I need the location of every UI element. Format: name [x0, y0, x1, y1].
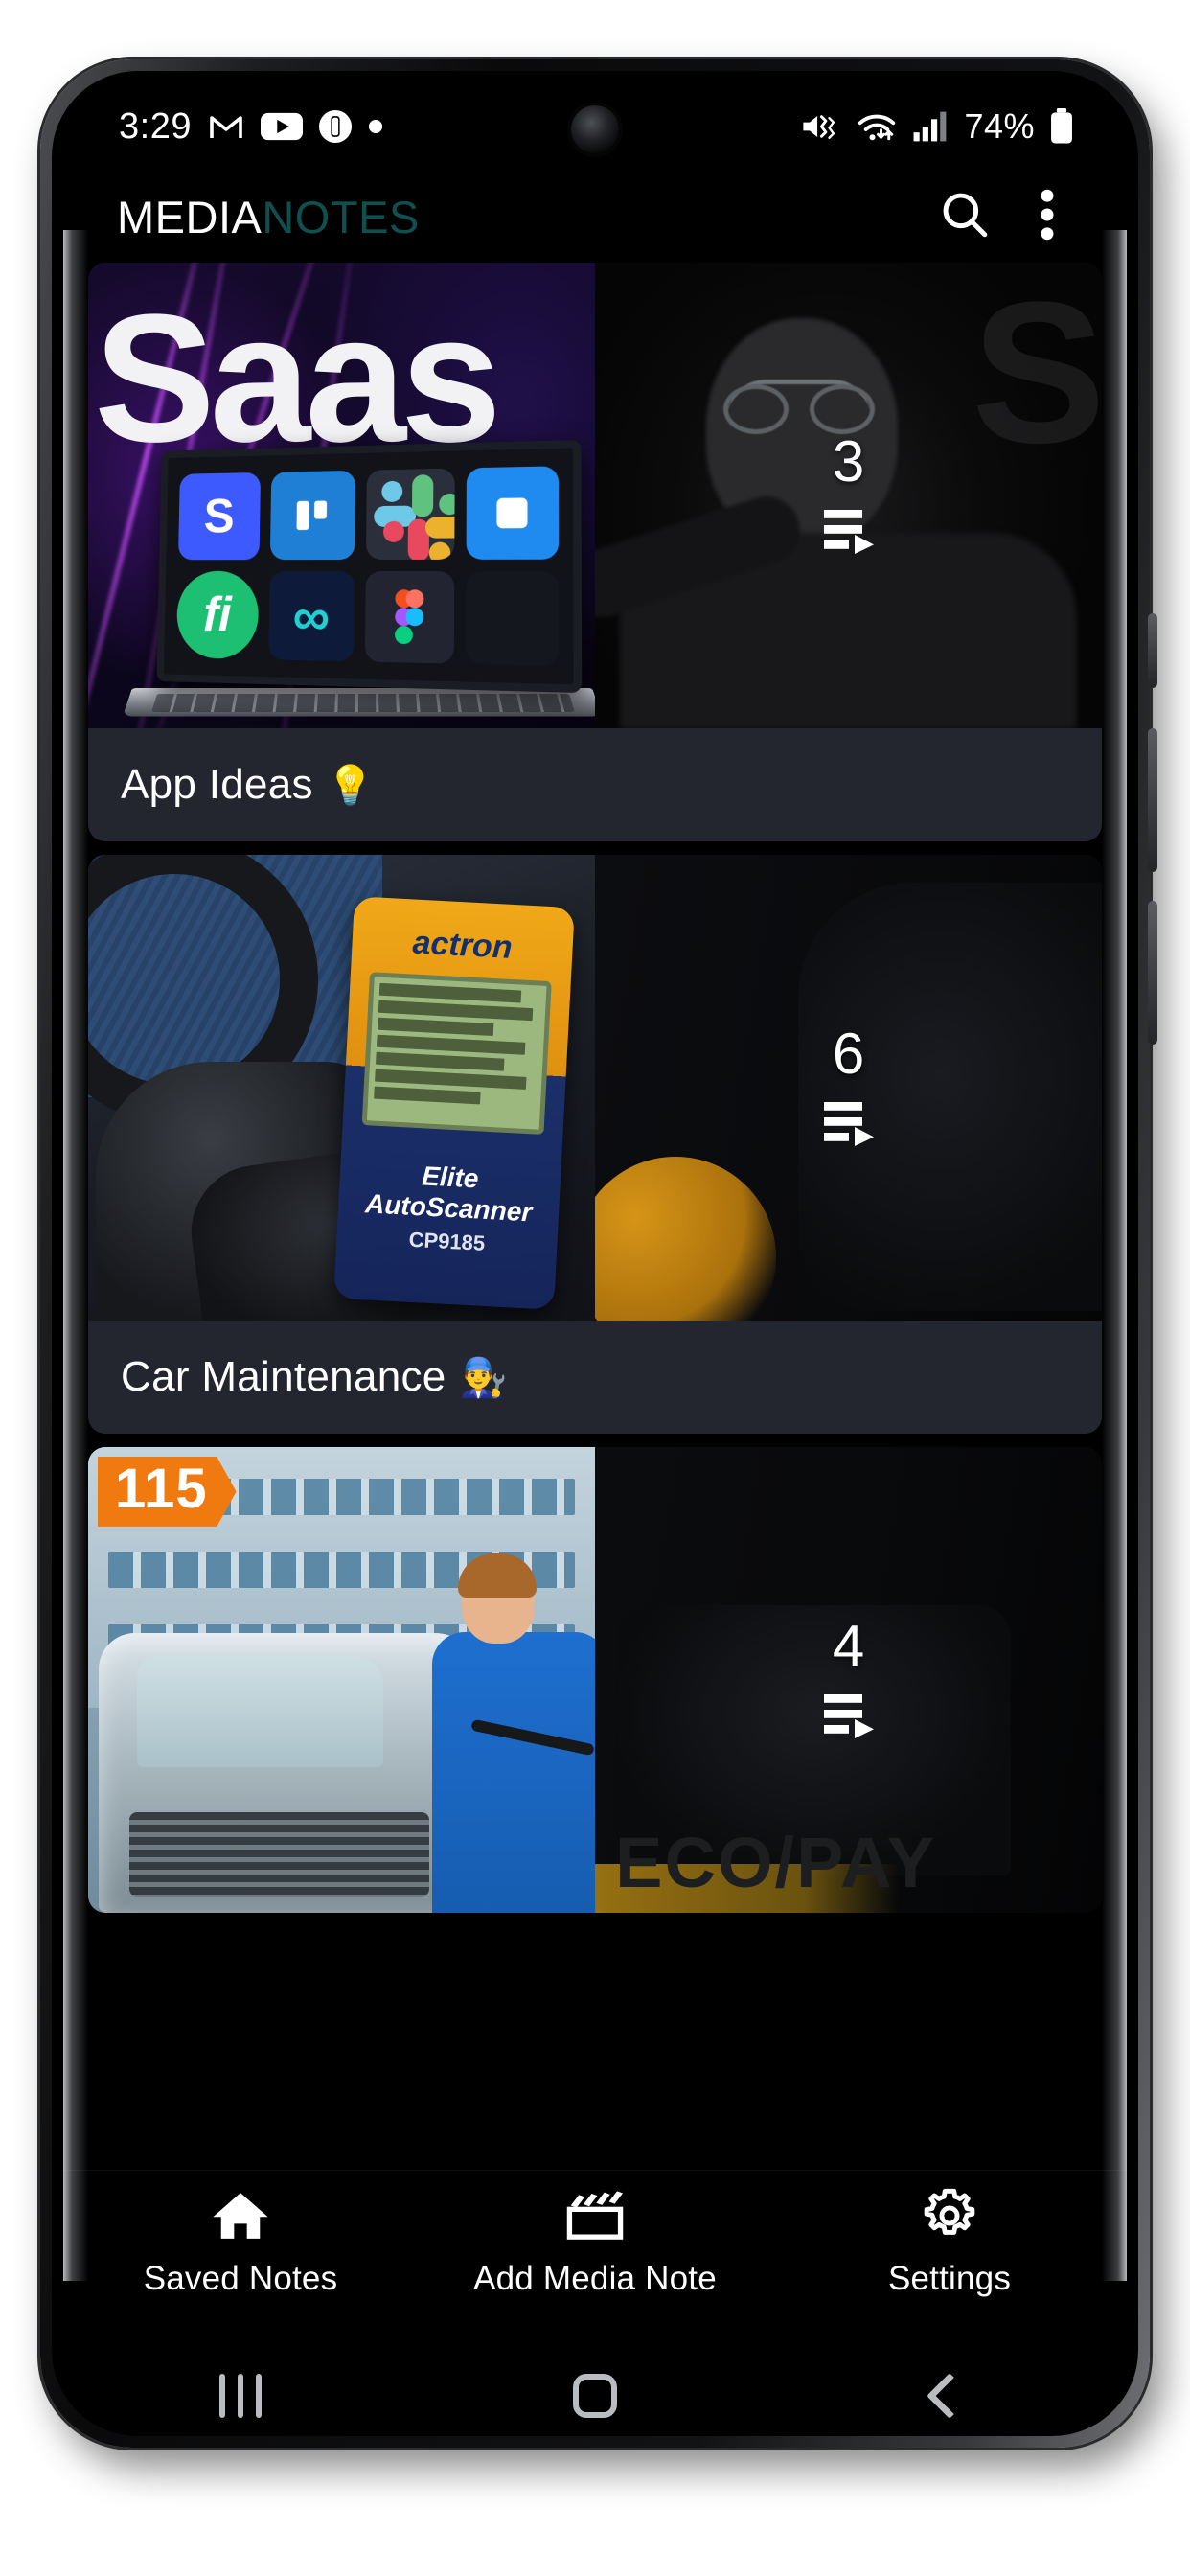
signal-bars-icon [912, 110, 950, 143]
status-bar: 3:29 74% [63, 82, 1127, 171]
app-title: MEDIANOTES [117, 191, 420, 243]
note-emoji: 💡 [326, 764, 375, 807]
notes-list[interactable]: Saas S fi ∞ S 3 App Ideas 💡 actron Elite… [63, 263, 1127, 2170]
note-card-third-partial[interactable]: 115 ECO/PAY 4 [88, 1447, 1102, 1913]
scanner-brand-text: actron [412, 924, 514, 966]
dot-indicator-icon [368, 119, 383, 134]
youtube-icon [260, 111, 303, 142]
playlist-icon [820, 504, 878, 559]
search-icon [939, 189, 991, 245]
mute-vibrate-icon [799, 109, 841, 144]
recents-icon [219, 2374, 262, 2418]
app-bar: MEDIANOTES [63, 171, 1127, 263]
note-card-app-ideas[interactable]: Saas S fi ∞ S 3 App Ideas 💡 [88, 263, 1102, 841]
note-item-count: 3 [832, 428, 865, 494]
status-bar-left: 3:29 [119, 106, 383, 148]
back-chevron-icon [926, 2372, 973, 2420]
note-count-overlay: 3 [595, 263, 1102, 728]
thumbnail-image-saas: Saas S fi ∞ [88, 263, 595, 728]
nav-label-settings: Settings [887, 2260, 1012, 2297]
note-thumbnail: Saas S fi ∞ S 3 [88, 263, 1102, 728]
thumbnail-title-text: Saas [94, 277, 502, 480]
note-thumbnail: 115 ECO/PAY 4 [88, 1447, 1102, 1913]
note-count-overlay: 6 [595, 855, 1102, 1321]
app-title-media: MEDIA [117, 191, 263, 242]
android-system-navigation [63, 2344, 1127, 2425]
note-item-count: 4 [832, 1613, 865, 1678]
system-back-button[interactable] [772, 2372, 1127, 2420]
power-button[interactable] [1148, 613, 1157, 688]
note-count-overlay: 4 [595, 1447, 1102, 1913]
playlist-icon [820, 1096, 878, 1151]
battery-percentage: 74% [964, 106, 1035, 146]
app-title-notes: NOTES [262, 191, 420, 242]
volume-up-button[interactable] [1148, 728, 1157, 872]
status-bar-right: 74% [799, 106, 1075, 147]
note-emoji: 👨‍🔧 [459, 1356, 508, 1399]
nav-item-settings[interactable]: Settings [772, 2188, 1127, 2298]
volume-down-button[interactable] [1148, 901, 1157, 1045]
front-camera-punch-hole [571, 105, 619, 153]
nav-label-add-media-note: Add Media Note [473, 2260, 717, 2297]
note-title-bar: Car Maintenance 👨‍🔧 [88, 1321, 1102, 1434]
phone-screen: 3:29 74% MEDIANOTES Saas S fi ∞ S 3 App … [63, 82, 1127, 2425]
scanner-model-number: CP9185 [408, 1227, 487, 1255]
thumbnail-episode-badge: 115 [98, 1457, 237, 1527]
home-square-icon [573, 2374, 617, 2418]
system-home-button[interactable] [418, 2374, 772, 2418]
nav-label-saved-notes: Saved Notes [143, 2260, 338, 2297]
search-button[interactable] [924, 175, 1006, 258]
note-item-count: 6 [832, 1021, 865, 1086]
clapperboard-icon [565, 2188, 625, 2248]
playlist-icon [820, 1689, 878, 1743]
note-card-car-maintenance[interactable]: actron Elite AutoScanner CP9185 6 Car Ma… [88, 855, 1102, 1434]
scanner-model-text: Elite AutoScanner [364, 1160, 534, 1227]
overflow-menu-button[interactable] [1006, 175, 1088, 258]
note-title: App Ideas [121, 761, 313, 808]
nav-item-add-media-note[interactable]: Add Media Note [418, 2188, 772, 2298]
battery-icon [1048, 108, 1075, 145]
status-clock: 3:29 [119, 105, 192, 147]
system-recents-button[interactable] [63, 2374, 418, 2418]
scanner-lcd [361, 971, 553, 1135]
gear-icon [920, 2188, 979, 2248]
gmail-icon [208, 112, 244, 141]
thumbnail-image-obd-scanner: actron Elite AutoScanner CP9185 [88, 855, 595, 1321]
nav-item-saved-notes[interactable]: Saved Notes [63, 2188, 418, 2298]
more-vertical-icon [1038, 189, 1057, 245]
thumbnail-image-car-wash: 115 [88, 1447, 595, 1913]
wifi-icon [855, 109, 899, 144]
home-icon [211, 2188, 270, 2248]
note-title-bar: App Ideas 💡 [88, 728, 1102, 841]
note-thumbnail: actron Elite AutoScanner CP9185 6 [88, 855, 1102, 1321]
note-title: Car Maintenance [121, 1353, 446, 1400]
samsung-notes-icon [318, 110, 352, 143]
bottom-navigation-bar: Saved Notes Add Media Note Settings [63, 2170, 1127, 2344]
